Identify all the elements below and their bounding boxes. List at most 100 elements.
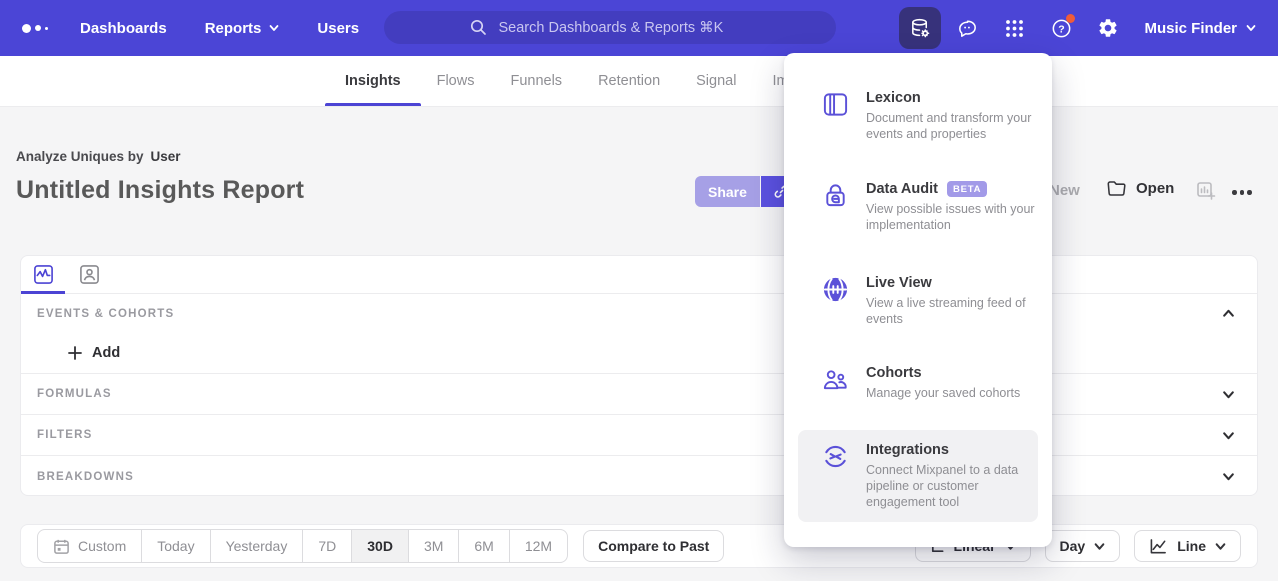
tab-insights[interactable]: Insights — [345, 56, 401, 106]
range-3m[interactable]: 3M — [408, 530, 458, 562]
settings-button[interactable] — [1087, 7, 1129, 49]
search-icon — [470, 19, 487, 36]
integrations-sync-icon — [822, 443, 849, 470]
menu-item-integrations[interactable]: Integrations Connect Mixpanel to a data … — [798, 430, 1038, 522]
data-audit-lock-icon — [822, 182, 849, 209]
feedback-button[interactable] — [946, 7, 988, 49]
menu-item-lexicon[interactable]: Lexicon Document and transform your even… — [798, 78, 1038, 154]
menu-item-title: Cohorts — [866, 365, 1038, 381]
tab-users-view[interactable] — [67, 256, 111, 293]
workspace-switcher[interactable]: Music Finder — [1144, 20, 1256, 37]
range-yesterday[interactable]: Yesterday — [210, 530, 303, 562]
add-chart-icon — [1196, 181, 1216, 201]
breakdowns-label: BREAKDOWNS — [37, 471, 134, 483]
folder-icon — [1106, 179, 1127, 198]
report-subtitle: Analyze Uniques byUser — [16, 149, 181, 164]
help-button[interactable]: ? — [1040, 7, 1082, 49]
report-title[interactable]: Untitled Insights Report — [16, 176, 304, 205]
tab-signal[interactable]: Signal — [696, 56, 736, 106]
chevron-down-icon — [1215, 541, 1226, 552]
collapse-events-button[interactable] — [1216, 303, 1241, 324]
tab-retention[interactable]: Retention — [598, 56, 660, 106]
query-builder-card: EVENTS & COHORTS Add FORMULAS FILTERS BR… — [20, 255, 1258, 496]
chat-bubble-icon — [956, 17, 979, 40]
lexicon-book-icon — [822, 91, 849, 118]
add-to-dashboard-button[interactable] — [1196, 181, 1216, 206]
date-range-control: Custom Today Yesterday 7D 30D 3M 6M 12M — [37, 529, 568, 563]
cohorts-people-icon — [822, 366, 849, 393]
menu-item-description: View possible issues with your implement… — [866, 201, 1038, 233]
tab-flows[interactable]: Flows — [437, 56, 475, 106]
range-30d[interactable]: 30D — [351, 530, 408, 562]
more-options-button[interactable] — [1228, 186, 1256, 199]
range-12m[interactable]: 12M — [509, 530, 567, 562]
formulas-label: FORMULAS — [37, 388, 112, 400]
gear-icon — [1097, 17, 1119, 39]
apps-grid-icon — [1004, 18, 1025, 39]
range-6m[interactable]: 6M — [458, 530, 508, 562]
expand-breakdowns-button[interactable] — [1216, 466, 1241, 487]
formulas-section-row[interactable]: FORMULAS — [21, 374, 1257, 415]
top-nav: Dashboards Reports Users — [0, 0, 1278, 56]
interval-select[interactable]: Day — [1045, 530, 1121, 562]
data-management-button[interactable] — [899, 7, 941, 49]
open-report-button[interactable]: Open — [1106, 179, 1174, 198]
mixpanel-logo-icon[interactable] — [22, 24, 62, 33]
filters-section-row[interactable]: FILTERS — [21, 415, 1257, 456]
beta-badge: BETA — [947, 181, 987, 197]
share-button[interactable]: Share — [695, 176, 760, 207]
live-view-globe-icon — [822, 276, 849, 303]
breakdowns-section-row[interactable]: BREAKDOWNS — [21, 456, 1257, 497]
expand-filters-button[interactable] — [1216, 425, 1241, 446]
menu-item-data-audit[interactable]: Data AuditBETA View possible issues with… — [798, 169, 1038, 245]
events-add-row: Add — [21, 333, 1257, 374]
plus-icon — [68, 346, 82, 360]
apps-button[interactable] — [993, 7, 1035, 49]
app-root: Dashboards Reports Users — [0, 0, 1278, 581]
add-event-button[interactable]: Add — [68, 345, 120, 361]
menu-item-title: Lexicon — [866, 90, 1038, 106]
chevron-down-icon — [1094, 541, 1105, 552]
search-input[interactable] — [497, 19, 751, 37]
menu-item-description: Connect Mixpanel to a data pipeline or c… — [866, 462, 1038, 510]
chart-toolbar-card: Custom Today Yesterday 7D 30D 3M 6M 12M … — [20, 524, 1258, 568]
builder-view-tabs — [21, 256, 1257, 294]
nav-users[interactable]: Users — [317, 20, 359, 37]
menu-item-cohorts[interactable]: Cohorts Manage your saved cohorts — [798, 353, 1038, 413]
range-custom[interactable]: Custom — [38, 530, 141, 562]
expand-formulas-button[interactable] — [1216, 384, 1241, 405]
chevron-down-icon — [1246, 23, 1256, 33]
chevron-down-icon — [269, 23, 279, 33]
chart-type-select[interactable]: Line — [1134, 530, 1241, 562]
events-cohorts-label: EVENTS & COHORTS — [37, 308, 174, 320]
insights-chart-icon — [33, 264, 54, 285]
svg-text:?: ? — [1058, 23, 1064, 35]
menu-item-title: Integrations — [866, 442, 1038, 458]
chevron-down-icon — [1222, 429, 1235, 442]
chevron-up-icon — [1222, 307, 1235, 320]
calendar-icon — [53, 538, 70, 555]
data-management-dropdown: Lexicon Document and transform your even… — [784, 53, 1052, 547]
compare-to-past-button[interactable]: Compare to Past — [583, 530, 724, 562]
chevron-down-icon — [1222, 470, 1235, 483]
analysis-type-value[interactable]: User — [151, 149, 181, 164]
notification-dot — [1066, 14, 1075, 23]
nav-dashboards[interactable]: Dashboards — [80, 20, 167, 37]
menu-item-description: Manage your saved cohorts — [866, 385, 1038, 401]
menu-item-description: Document and transform your events and p… — [866, 110, 1038, 142]
menu-item-live-view[interactable]: Live View View a live streaming feed of … — [798, 263, 1038, 339]
range-today[interactable]: Today — [141, 530, 209, 562]
filters-label: FILTERS — [37, 429, 92, 441]
range-7d[interactable]: 7D — [302, 530, 351, 562]
tab-funnels[interactable]: Funnels — [510, 56, 562, 106]
report-tabbar: Insights Flows Funnels Retention Signal … — [0, 56, 1278, 107]
events-cohorts-section-header: EVENTS & COHORTS — [21, 294, 1257, 333]
nav-reports[interactable]: Reports — [205, 20, 280, 37]
tab-metrics-view[interactable] — [21, 256, 65, 293]
menu-item-title: Live View — [866, 275, 1038, 291]
global-search[interactable] — [384, 11, 836, 44]
new-report-button[interactable]: New — [1049, 182, 1080, 199]
user-profile-icon — [79, 264, 100, 285]
line-chart-icon — [1149, 538, 1168, 555]
chevron-down-icon — [1222, 388, 1235, 401]
